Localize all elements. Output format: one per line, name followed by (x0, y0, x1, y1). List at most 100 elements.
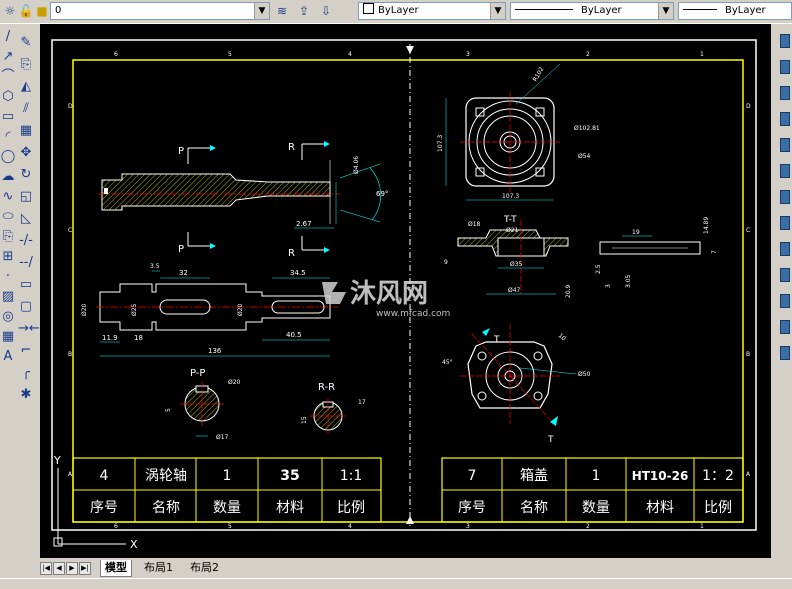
stretch-icon[interactable]: ◺ (18, 210, 34, 228)
break-icon[interactable]: ▭ (18, 276, 34, 294)
make-block-icon[interactable]: ⊞ (0, 248, 16, 266)
erase-icon[interactable]: ✎ (18, 34, 34, 52)
ellipse-icon[interactable]: ⬭ (0, 208, 16, 226)
color-dropdown[interactable]: ByLayer ▼ (358, 2, 506, 20)
dim-length: 5 (165, 408, 172, 412)
dim-length: 2.67 (296, 220, 312, 228)
dim-angular-icon[interactable] (780, 190, 790, 204)
move-icon[interactable]: ✥ (18, 144, 34, 162)
layer-match-icon[interactable]: ⇩ (318, 3, 334, 19)
next-tab-icon[interactable]: ▶ (66, 562, 78, 575)
cover-top-view: 107.3 107.3 Ø102.81 Ø54 R102 (437, 63, 600, 201)
dim-angle: 69° (376, 190, 388, 198)
prev-tab-icon[interactable]: ◀ (53, 562, 65, 575)
dim-diameter: Ø18 (468, 221, 481, 228)
dim-ordinate-icon[interactable] (780, 112, 790, 126)
dim-diameter-icon[interactable] (780, 164, 790, 178)
layer-state-icon[interactable]: ☼ (2, 3, 18, 19)
section-label: T (547, 435, 554, 445)
cover-bottom-view: T T 45° Ø50 10 (442, 324, 591, 445)
tolerance-icon[interactable] (780, 294, 790, 308)
last-tab-icon[interactable]: ▶| (79, 562, 91, 575)
frame-number: 1 (700, 51, 704, 58)
point-icon[interactable]: · (0, 268, 16, 286)
first-tab-icon[interactable]: |◀ (40, 562, 52, 575)
shaft-front-view: 32 3.5 34.5 136 40.5 11.9 18 Ø20 Ø25 Ø20 (81, 263, 338, 357)
region-icon[interactable]: ◎ (0, 308, 16, 326)
array-icon[interactable]: ▦ (18, 122, 34, 140)
section-marker-r-bottom: R (288, 236, 330, 259)
dim-angle: 45° (442, 359, 453, 366)
spline-icon[interactable]: ∿ (0, 188, 16, 206)
circle-icon[interactable]: ◯ (0, 148, 16, 166)
section-label: T (493, 335, 500, 345)
svg-text:R: R (288, 142, 295, 153)
fillet-icon[interactable]: ╭ (18, 364, 34, 382)
layer-previous-icon[interactable]: ⇪ (296, 3, 312, 19)
ucs-x-label: X (130, 538, 138, 551)
drawing-canvas[interactable]: D C B A D C B A 6 5 4 3 2 1 6 5 4 3 2 1 … (40, 24, 771, 558)
polygon-icon[interactable]: ⬡ (0, 88, 16, 106)
tab-layout1[interactable]: 布局1 (140, 560, 177, 576)
extend-icon[interactable]: --/ (18, 254, 34, 272)
tab-layout2[interactable]: 布局2 (186, 560, 223, 576)
scale-icon[interactable]: ◱ (18, 188, 34, 206)
chevron-down-icon[interactable]: ▼ (658, 3, 673, 19)
lock-icon[interactable]: 🔓 (18, 3, 34, 19)
title-cell-value: 4 (100, 468, 109, 484)
lineweight-dropdown[interactable]: ByLayer (678, 2, 792, 20)
mirror-icon[interactable]: ◭ (18, 78, 34, 96)
arc-icon[interactable]: ◜ (0, 128, 16, 146)
rotate-icon[interactable]: ↻ (18, 166, 34, 184)
center-mark-icon[interactable] (780, 320, 790, 334)
frame-letter: C (746, 227, 750, 234)
copy-icon[interactable]: ⎘ (18, 56, 34, 74)
chevron-down-icon[interactable]: ▼ (254, 3, 269, 19)
title-cell-header: 比例 (704, 500, 732, 516)
title-cell-value: 箱盖 (520, 468, 548, 484)
chamfer-icon[interactable]: ⌐ (18, 342, 34, 360)
title-cell-header: 数量 (213, 500, 241, 516)
rectangle-icon[interactable]: ▭ (0, 108, 16, 126)
line-icon[interactable]: / (0, 28, 16, 46)
dim-length: 20.9 (565, 284, 572, 298)
dim-linear-icon[interactable] (780, 34, 790, 48)
section-marker-p-top: P (178, 145, 216, 164)
layer-value: 0 (55, 5, 62, 16)
join-icon[interactable]: →← (18, 320, 40, 338)
chevron-down-icon[interactable]: ▼ (490, 3, 505, 19)
hatch-icon[interactable]: ▨ (0, 288, 16, 306)
mtext-icon[interactable]: A (0, 348, 16, 366)
linetype-dropdown[interactable]: ByLayer ▼ (510, 2, 674, 20)
xline-icon[interactable]: ↗ (0, 48, 16, 66)
dim-length: 9 (444, 259, 448, 266)
dim-baseline-icon[interactable] (780, 216, 790, 230)
frame-number: 4 (348, 51, 352, 58)
dim-aligned-icon[interactable] (780, 60, 790, 74)
insert-block-icon[interactable]: ⎘ (0, 228, 16, 246)
linetype-value: ByLayer (581, 5, 622, 16)
frame-number: 6 (114, 523, 118, 530)
section-marker-p-bottom: P (178, 232, 216, 255)
leader-icon[interactable] (780, 268, 790, 282)
polyline-icon[interactable]: ⌒ (0, 68, 16, 86)
explode-icon[interactable]: ✱ (18, 386, 34, 404)
table-icon[interactable]: ▦ (0, 328, 16, 346)
title-block-left: 4 涡轮轴 1 35 1:1 序号 名称 数量 材料 比例 (72, 457, 382, 523)
revcloud-icon[interactable]: ☁ (0, 168, 16, 186)
break-at-point-icon[interactable]: ▢ (18, 298, 34, 316)
worm-shaft-view: 69° Ø4.06 2.67 (98, 156, 388, 229)
trim-icon[interactable]: -/- (18, 232, 34, 250)
dim-arc-icon[interactable] (780, 86, 790, 100)
watermark-logo-icon (322, 282, 346, 304)
layer-color-icon[interactable]: ■ (34, 3, 50, 19)
dim-edit-icon[interactable] (780, 346, 790, 360)
tab-model[interactable]: 模型 (100, 560, 132, 577)
offset-icon[interactable]: ⫽ (18, 100, 34, 118)
layer-dropdown[interactable]: 0 ▼ (50, 2, 270, 20)
svg-text:P: P (178, 146, 184, 157)
dim-length: 3.5 (150, 263, 160, 270)
dim-continue-icon[interactable] (780, 242, 790, 256)
layers-manager-icon[interactable]: ≋ (274, 3, 290, 19)
dim-radius-icon[interactable] (780, 138, 790, 152)
